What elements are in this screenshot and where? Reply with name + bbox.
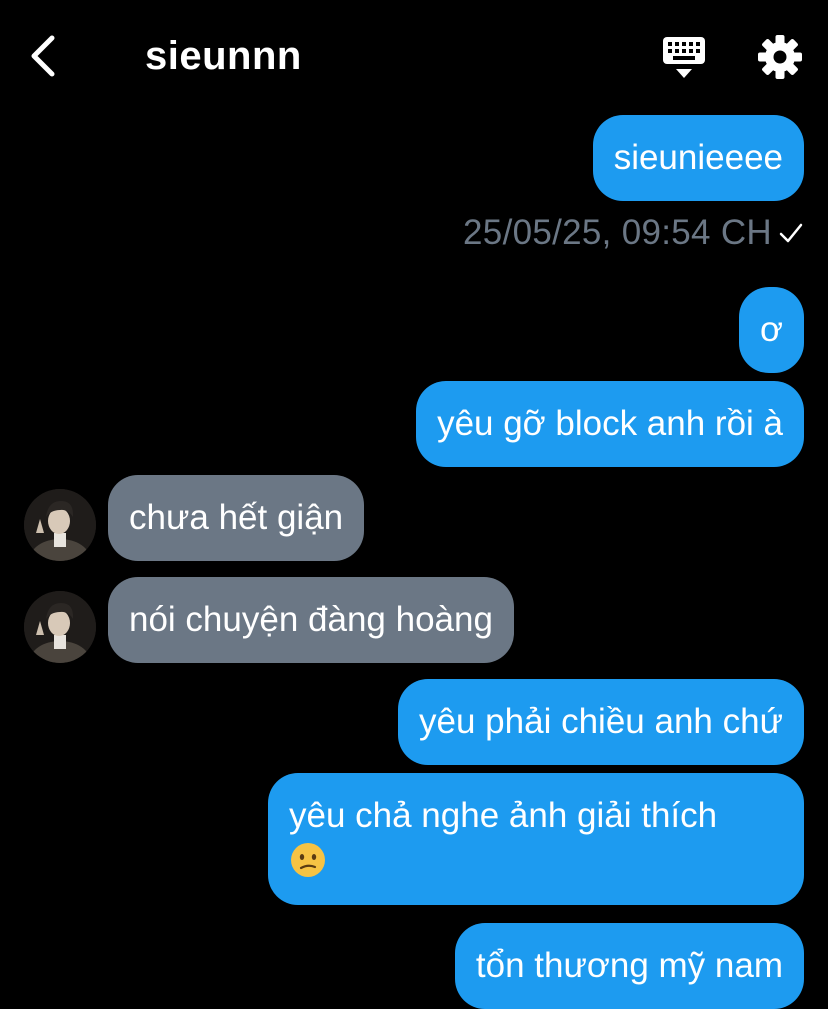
message-text: nói chuyện đàng hoàng (129, 600, 493, 639)
checkmark-icon (779, 223, 803, 243)
message-bubble-outgoing[interactable]: sieunieeee (592, 115, 804, 201)
message-text: chưa hết giận (129, 498, 344, 537)
gear-icon (758, 35, 802, 79)
message-text: sieunieeee (613, 138, 783, 177)
message-bubble-outgoing[interactable]: ơ (739, 287, 804, 373)
message-bubble-incoming[interactable]: nói chuyện đàng hoàng (108, 577, 514, 663)
message-text: tổn thương mỹ nam (475, 946, 783, 985)
message-text: yêu chả nghe ảnh giải thích (289, 796, 718, 835)
keyboard-icon (663, 37, 705, 78)
message-text: yêu phải chiều anh chứ (419, 702, 783, 741)
message-bubble-incoming[interactable]: chưa hết giận (108, 475, 365, 561)
message-timestamp: 25/05/25, 09:54 CH (463, 213, 772, 252)
message-bubble-outgoing[interactable]: yêu phải chiều anh chứ (398, 679, 804, 765)
chat-header: sieunnn (0, 0, 828, 110)
message-bubble-outgoing[interactable]: tổn thương mỹ nam (454, 923, 804, 1009)
avatar[interactable] (24, 489, 96, 561)
settings-button[interactable] (757, 34, 803, 80)
avatar-photo (24, 591, 96, 663)
back-button[interactable] (26, 34, 66, 78)
keyboard-button[interactable] (660, 34, 708, 80)
message-bubble-outgoing[interactable]: yêu gỡ block anh rồi à (416, 381, 804, 467)
chevron-left-icon (31, 35, 55, 77)
message-text: yêu gỡ block anh rồi à (437, 404, 783, 443)
avatar-photo (24, 489, 96, 561)
message-bubble-outgoing[interactable]: yêu chả nghe ảnh giải thích (268, 773, 804, 905)
avatar[interactable] (24, 591, 96, 663)
confused-face-emoji (291, 843, 325, 877)
message-text: ơ (760, 310, 783, 349)
conversation-title[interactable]: sieunnn (145, 32, 302, 80)
